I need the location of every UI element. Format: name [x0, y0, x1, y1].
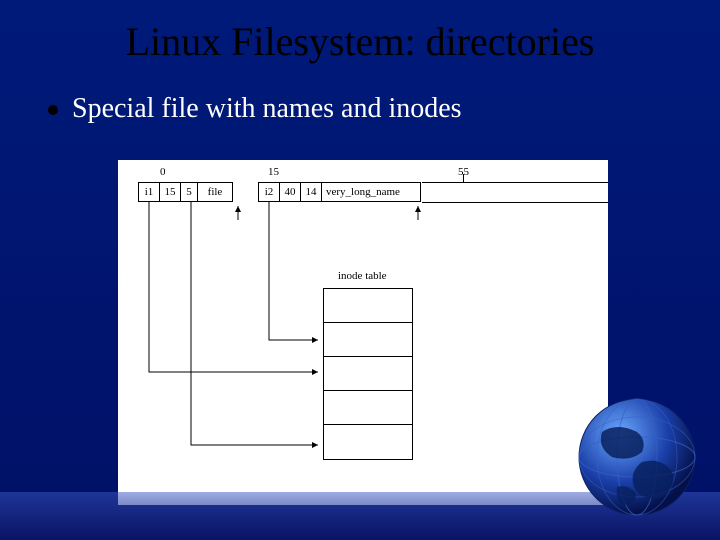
diagram-container: 0 15 55 i1 15 5 file i2 40 14 very_long_… — [118, 160, 608, 505]
bullet-item: Special file with names and inodes — [48, 93, 720, 125]
directory-inode-diagram: 0 15 55 i1 15 5 file i2 40 14 very_long_… — [118, 160, 608, 505]
entry1-namelen: 5 — [180, 182, 198, 202]
entry1-inode: i1 — [138, 182, 160, 202]
tick-55 — [463, 174, 464, 182]
entry2-name: very_long_name — [321, 182, 421, 202]
entry2-inode: i2 — [258, 182, 280, 202]
entry1-reclen: 15 — [159, 182, 181, 202]
inode-row — [324, 391, 412, 425]
bullet-text: Special file with names and inodes — [72, 93, 462, 125]
record-bottom-rule — [422, 202, 608, 203]
entry2-namelen: 14 — [300, 182, 322, 202]
inode-row — [324, 323, 412, 357]
record-top-rule — [422, 182, 608, 183]
dir-entry-2: i2 40 14 very_long_name — [258, 182, 420, 202]
inode-table-label: inode table — [338, 270, 387, 282]
entry2-reclen: 40 — [279, 182, 301, 202]
inode-row — [324, 425, 412, 459]
inode-row — [324, 357, 412, 391]
dir-entry-1: i1 15 5 file — [138, 182, 232, 202]
offset-label-0: 0 — [160, 166, 166, 178]
entry1-name: file — [197, 182, 233, 202]
bullet-icon — [48, 105, 58, 115]
inode-table — [323, 288, 413, 460]
inode-row — [324, 289, 412, 323]
offset-label-15: 15 — [268, 166, 279, 178]
globe-icon — [572, 392, 702, 522]
slide-title: Linux Filesystem: directories — [0, 0, 720, 65]
